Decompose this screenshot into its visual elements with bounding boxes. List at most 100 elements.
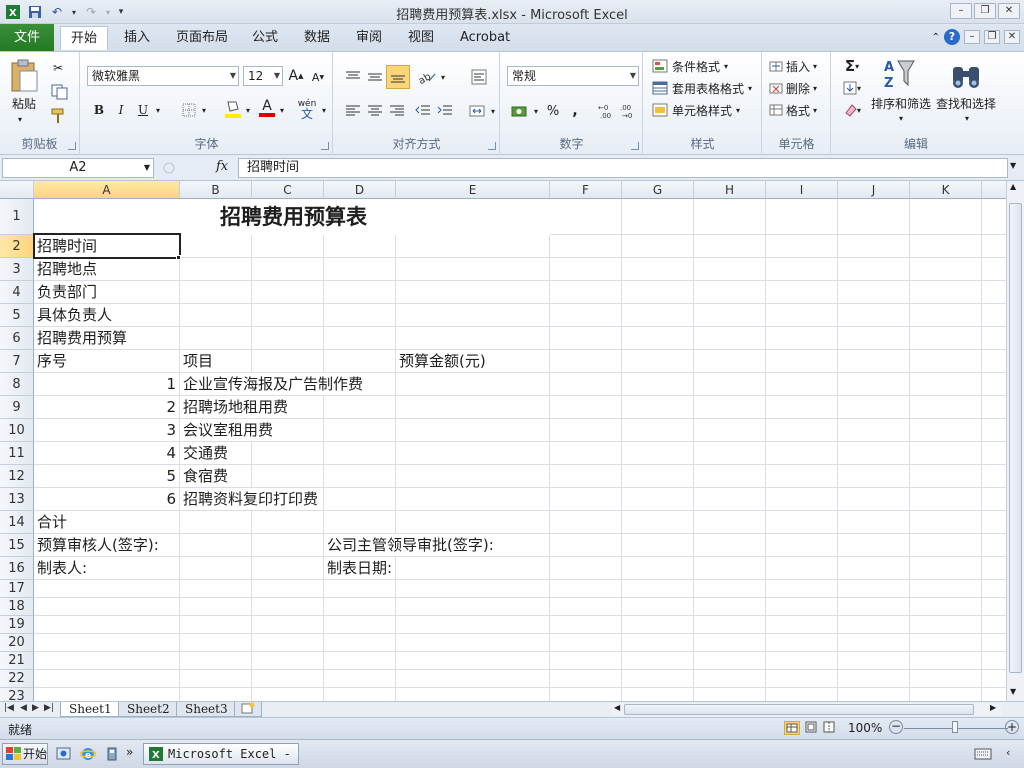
item-name-cell[interactable]: 企业宣传海报及广告制作费 xyxy=(180,373,364,395)
accounting-dropdown-icon[interactable]: ▾ xyxy=(531,102,541,120)
cell-b7[interactable]: 项目 xyxy=(180,350,213,372)
page-layout-view-icon[interactable] xyxy=(804,721,820,735)
bold-button[interactable]: B xyxy=(89,100,109,120)
find-select-dropdown-icon[interactable]: ▾ xyxy=(960,112,974,124)
scroll-right-icon[interactable]: ▶ xyxy=(990,703,996,712)
italic-button[interactable]: I xyxy=(111,100,131,120)
comma-style-button[interactable]: , xyxy=(565,100,585,122)
align-right-icon[interactable] xyxy=(386,100,408,122)
vertical-scrollbar[interactable]: ▲ ▼ xyxy=(1006,181,1024,701)
sort-filter-button[interactable]: 排序和筛选 xyxy=(866,94,936,112)
row-header-22[interactable]: 22 xyxy=(0,670,34,688)
font-launcher-icon[interactable] xyxy=(321,142,329,150)
tab-formulas[interactable]: 公式 xyxy=(242,26,288,50)
clipboard-launcher-icon[interactable] xyxy=(68,142,76,150)
cell-a14[interactable]: 合计 xyxy=(34,511,67,533)
cell-a15[interactable]: 预算审核人(签字): xyxy=(34,534,159,556)
underline-dropdown-icon[interactable]: ▾ xyxy=(153,100,163,120)
row-header-23[interactable]: 23 xyxy=(0,688,34,701)
vertical-scroll-thumb[interactable] xyxy=(1009,203,1022,673)
row-header-5[interactable]: 5 xyxy=(0,304,34,327)
borders-dropdown-icon[interactable]: ▾ xyxy=(199,100,209,120)
fill-icon[interactable]: ▾ xyxy=(838,78,866,98)
item-no-cell[interactable]: 1 xyxy=(34,373,180,395)
insert-function-icon[interactable]: fx xyxy=(216,159,228,174)
item-name-cell[interactable]: 会议室租用费 xyxy=(180,419,274,441)
decrease-indent-icon[interactable] xyxy=(412,100,434,122)
restore-icon[interactable]: ❐ xyxy=(974,3,996,19)
merge-center-icon[interactable] xyxy=(466,100,488,122)
format-as-table-button[interactable]: 套用表格格式 ▾ xyxy=(652,78,760,98)
expand-formula-bar-icon[interactable]: ▼ xyxy=(1010,161,1016,170)
cell-e7[interactable]: 预算金额(元) xyxy=(396,350,486,372)
doc-minimize-icon[interactable]: – xyxy=(964,30,980,44)
grow-font-icon[interactable]: A ▲ xyxy=(287,66,305,86)
wrap-text-icon[interactable] xyxy=(468,66,490,88)
tab-data[interactable]: 数据 xyxy=(294,26,340,50)
row-header-3[interactable]: 3 xyxy=(0,258,34,281)
item-name-cell[interactable]: 食宿费 xyxy=(180,465,228,487)
sort-filter-dropdown-icon[interactable]: ▾ xyxy=(894,112,908,124)
tab-acrobat[interactable]: Acrobat xyxy=(450,26,520,50)
zoom-slider-thumb[interactable] xyxy=(952,721,958,733)
item-no-cell[interactable]: 4 xyxy=(34,442,180,464)
item-no-cell[interactable]: 3 xyxy=(34,419,180,441)
cell-a6[interactable]: 招聘费用预算 xyxy=(34,327,128,349)
row-header-13[interactable]: 13 xyxy=(0,488,34,511)
col-header-h[interactable]: H xyxy=(694,181,766,199)
delete-cells-button[interactable]: 删除 ▾ xyxy=(769,78,829,98)
item-no-cell[interactable]: 6 xyxy=(34,488,180,510)
cell-styles-button[interactable]: 单元格样式 ▾ xyxy=(652,100,760,120)
merge-dropdown-icon[interactable]: ▾ xyxy=(488,102,498,120)
minimize-icon[interactable]: – xyxy=(950,3,972,19)
cell-a4[interactable]: 负责部门 xyxy=(34,281,97,303)
cell-a16[interactable]: 制表人: xyxy=(34,557,87,579)
tab-file[interactable]: 文件 xyxy=(0,24,54,51)
tab-view[interactable]: 视图 xyxy=(398,26,444,50)
format-cells-button[interactable]: 格式 ▾ xyxy=(769,100,829,120)
formula-bar-splitter[interactable] xyxy=(160,160,210,176)
quicklaunch-app-icon[interactable] xyxy=(56,746,72,762)
page-break-view-icon[interactable] xyxy=(822,721,838,735)
row-header-2[interactable]: 2 xyxy=(0,235,34,258)
col-header-k[interactable]: K xyxy=(910,181,982,199)
cell-a7[interactable]: 序号 xyxy=(34,350,67,372)
col-header-e[interactable]: E xyxy=(396,181,550,199)
tray-expand-icon[interactable]: ‹ xyxy=(1006,746,1010,759)
row-header-12[interactable]: 12 xyxy=(0,465,34,488)
row-header-1[interactable]: 1 xyxy=(0,199,34,235)
ie-browser-icon[interactable]: e xyxy=(79,746,97,762)
col-header-i[interactable]: I xyxy=(766,181,838,199)
minimize-ribbon-icon[interactable]: ⌃ xyxy=(932,32,940,43)
clear-icon[interactable]: ▾ xyxy=(838,100,866,120)
item-name-cell[interactable]: 招聘场地租用费 xyxy=(180,396,289,418)
item-name-cell[interactable]: 招聘资料复印打印费 xyxy=(180,488,319,510)
horizontal-scrollbar[interactable]: ◀ ▶ xyxy=(612,703,1002,716)
sheet-tab-sheet1[interactable]: Sheet1 xyxy=(60,702,121,717)
font-name-combo[interactable]: 微软雅黑 ▼ xyxy=(87,66,239,86)
zoom-in-icon[interactable]: + xyxy=(1005,720,1019,734)
row-header-17[interactable]: 17 xyxy=(0,580,34,598)
zoom-level[interactable]: 100% xyxy=(848,721,882,735)
first-sheet-icon[interactable]: |◀ xyxy=(4,703,14,713)
insert-cells-button[interactable]: 插入 ▾ xyxy=(769,56,829,76)
row-header-16[interactable]: 16 xyxy=(0,557,34,580)
col-header-c[interactable]: C xyxy=(252,181,324,199)
prev-sheet-icon[interactable]: ◀ xyxy=(20,703,27,713)
next-sheet-icon[interactable]: ▶ xyxy=(32,703,39,713)
tab-home[interactable]: 开始 xyxy=(60,26,109,50)
align-bottom-icon[interactable] xyxy=(386,65,410,89)
zoom-out-icon[interactable]: − xyxy=(889,720,903,734)
tab-insert[interactable]: 插入 xyxy=(114,26,160,50)
fill-color-dropdown-icon[interactable]: ▾ xyxy=(243,100,253,120)
col-header-f[interactable]: F xyxy=(550,181,622,199)
align-middle-icon[interactable] xyxy=(364,66,386,88)
help-icon[interactable]: ? xyxy=(944,29,960,45)
autosum-icon[interactable]: Σ ▾ xyxy=(838,56,866,76)
find-select-button[interactable]: 查找和选择 xyxy=(932,94,1000,112)
col-header-j[interactable]: J xyxy=(838,181,910,199)
underline-button[interactable]: U xyxy=(133,100,153,120)
horizontal-scroll-thumb[interactable] xyxy=(624,704,974,715)
close-icon[interactable]: ✕ xyxy=(998,3,1020,19)
format-painter-icon[interactable] xyxy=(48,106,68,126)
